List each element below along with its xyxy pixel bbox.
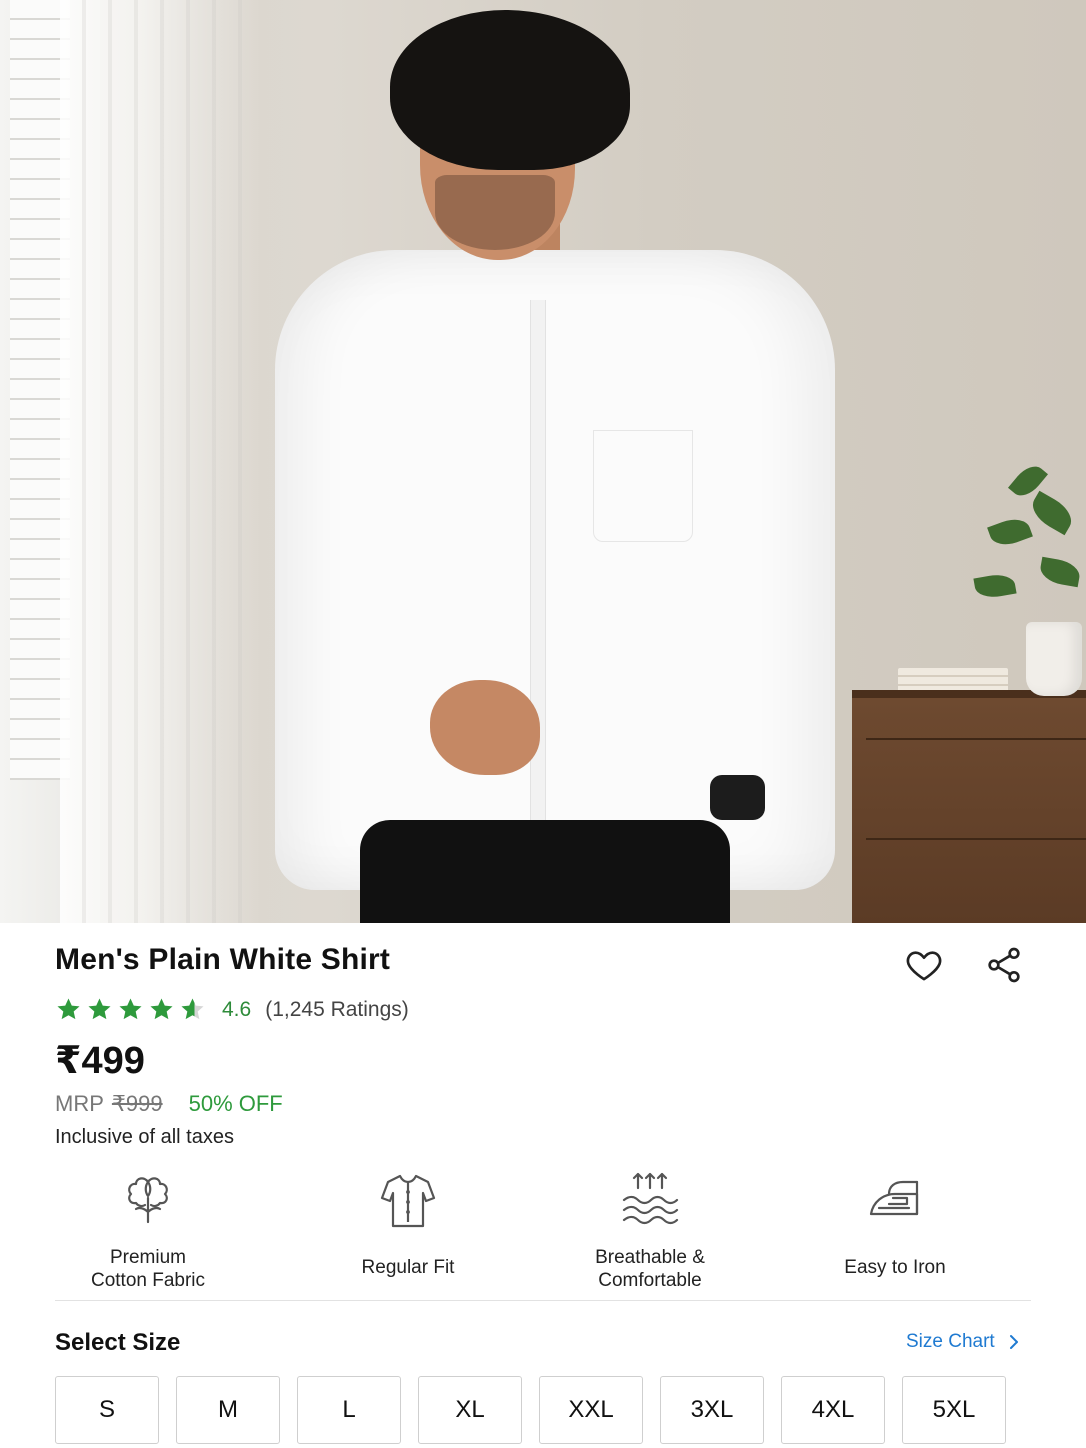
- feature-item: Breathable & Comfortable: [550, 1168, 750, 1292]
- product-details: Men's Plain White Shirt 4.6 (1,245 Ratin…: [0, 923, 1086, 1448]
- star-icon: [181, 998, 204, 1020]
- share-icon: [988, 947, 1020, 983]
- plant-leaf: [973, 571, 1017, 601]
- mrp-value: ₹999: [111, 1091, 163, 1116]
- dresser: [852, 690, 1086, 923]
- mrp-row: MRP ₹999 50% OFF: [55, 1091, 283, 1117]
- shirt-icon: [380, 1174, 436, 1228]
- heart-icon: [906, 951, 942, 981]
- size-option-m[interactable]: M: [176, 1376, 280, 1444]
- plant-pot: [1026, 622, 1082, 696]
- airflow-icon: [622, 1172, 679, 1225]
- model-hair: [390, 10, 630, 170]
- size-chart-label: Size Chart: [906, 1331, 995, 1352]
- rating-row[interactable]: 4.6 (1,245 Ratings): [55, 996, 409, 1023]
- select-size-heading: Select Size: [55, 1329, 181, 1356]
- size-option-4xl[interactable]: 4XL: [781, 1376, 885, 1444]
- product-title: Men's Plain White Shirt: [55, 943, 391, 976]
- feature-item: Premium Cotton Fabric: [48, 1168, 248, 1292]
- plant-leaf: [987, 513, 1033, 551]
- shirt-placket: [530, 300, 546, 880]
- selling-price: ₹499: [55, 1040, 145, 1082]
- feature-label: Regular Fit: [361, 1257, 455, 1278]
- size-option-5xl[interactable]: 5XL: [902, 1376, 1006, 1444]
- feature-item: Regular Fit: [308, 1168, 508, 1279]
- size-option-l[interactable]: L: [297, 1376, 401, 1444]
- wrist-watch: [710, 775, 765, 820]
- size-chart-link[interactable]: Size Chart: [906, 1331, 1021, 1353]
- iron-icon: [869, 1180, 919, 1216]
- size-option-s[interactable]: S: [55, 1376, 159, 1444]
- feature-label: Easy to Iron: [844, 1257, 946, 1278]
- plant-leaf: [1038, 556, 1082, 588]
- star-icon: [150, 998, 173, 1020]
- star-rating: [55, 996, 206, 1023]
- ratings-count: (1,245 Ratings): [265, 997, 409, 1021]
- feature-label: Premium Cotton Fabric: [90, 1247, 206, 1291]
- product-image[interactable]: [0, 0, 1086, 923]
- black-trousers: [360, 820, 730, 923]
- model-beard: [435, 175, 555, 250]
- wishlist-button[interactable]: [902, 943, 946, 987]
- divider: [55, 1300, 1031, 1301]
- cotton-icon: [128, 1177, 168, 1224]
- curtain: [60, 0, 260, 923]
- model-hand: [430, 680, 540, 775]
- feature-item: Easy to Iron: [795, 1168, 995, 1279]
- size-options: S M L XL XXL 3XL 4XL 5XL: [55, 1376, 1006, 1444]
- feature-label: Breathable & Comfortable: [595, 1247, 705, 1291]
- size-option-xxl[interactable]: XXL: [539, 1376, 643, 1444]
- star-icon: [57, 998, 80, 1020]
- size-option-3xl[interactable]: 3XL: [660, 1376, 764, 1444]
- chevron-right-icon: [1009, 1335, 1018, 1349]
- size-option-xl[interactable]: XL: [418, 1376, 522, 1444]
- feature-list: Premium Cotton Fabric Regular Fit Breath…: [55, 1168, 1031, 1291]
- star-icon: [88, 998, 111, 1020]
- rating-value: 4.6: [222, 997, 252, 1021]
- tax-note: Inclusive of all taxes: [55, 1126, 234, 1148]
- share-button[interactable]: [982, 943, 1026, 987]
- plant-leaf: [1026, 490, 1078, 536]
- star-icon: [119, 998, 142, 1020]
- shirt-pocket: [593, 430, 693, 542]
- model: [255, 0, 835, 923]
- discount-badge: 50% OFF: [188, 1091, 283, 1116]
- mrp-label: MRP: [55, 1091, 104, 1116]
